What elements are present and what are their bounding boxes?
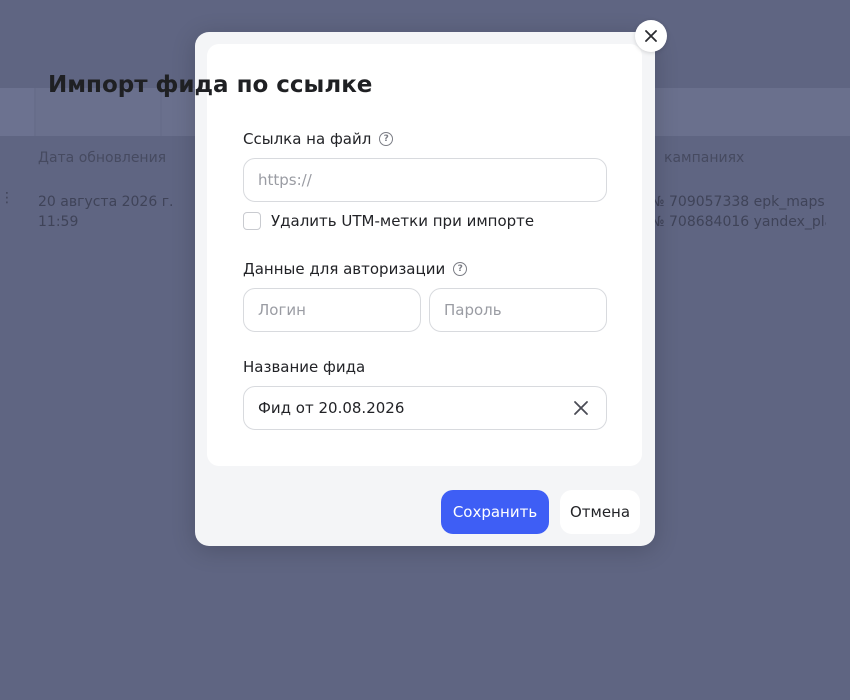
row-menu-icon[interactable]: ⋮ (0, 191, 14, 205)
url-field-label: Ссылка на файл ? (243, 130, 394, 148)
modal-title: Импорт фида по ссылке (48, 72, 373, 98)
clear-button[interactable] (570, 397, 592, 419)
password-input[interactable] (429, 288, 607, 332)
row-campaign-1: № 709057338 epk_maps (650, 194, 825, 210)
help-icon[interactable]: ? (453, 262, 468, 276)
remove-utm-checkbox[interactable] (243, 212, 261, 230)
close-button[interactable] (635, 20, 667, 52)
row-date: 20 августа 2026 г. (38, 194, 174, 210)
save-button[interactable]: Сохранить (441, 490, 549, 534)
cancel-button[interactable]: Отмена (560, 490, 640, 534)
close-icon (645, 30, 657, 42)
row-campaign-2: № 708684016 yandex_pla_re (650, 214, 826, 230)
remove-utm-label: Удалить UTM-метки при импорте (271, 212, 535, 230)
feed-name-label: Название фида (243, 358, 366, 376)
url-input[interactable] (243, 158, 607, 202)
help-icon[interactable]: ? (379, 132, 394, 146)
auth-label: Данные для авторизации ? (243, 260, 468, 278)
clear-icon (574, 401, 588, 415)
column-header-campaigns: кампаниях (664, 150, 745, 166)
login-input[interactable] (243, 288, 421, 332)
column-header-updated: Дата обновления (38, 150, 167, 166)
feed-name-input[interactable] (243, 386, 607, 430)
row-time: 11:59 (38, 214, 79, 230)
